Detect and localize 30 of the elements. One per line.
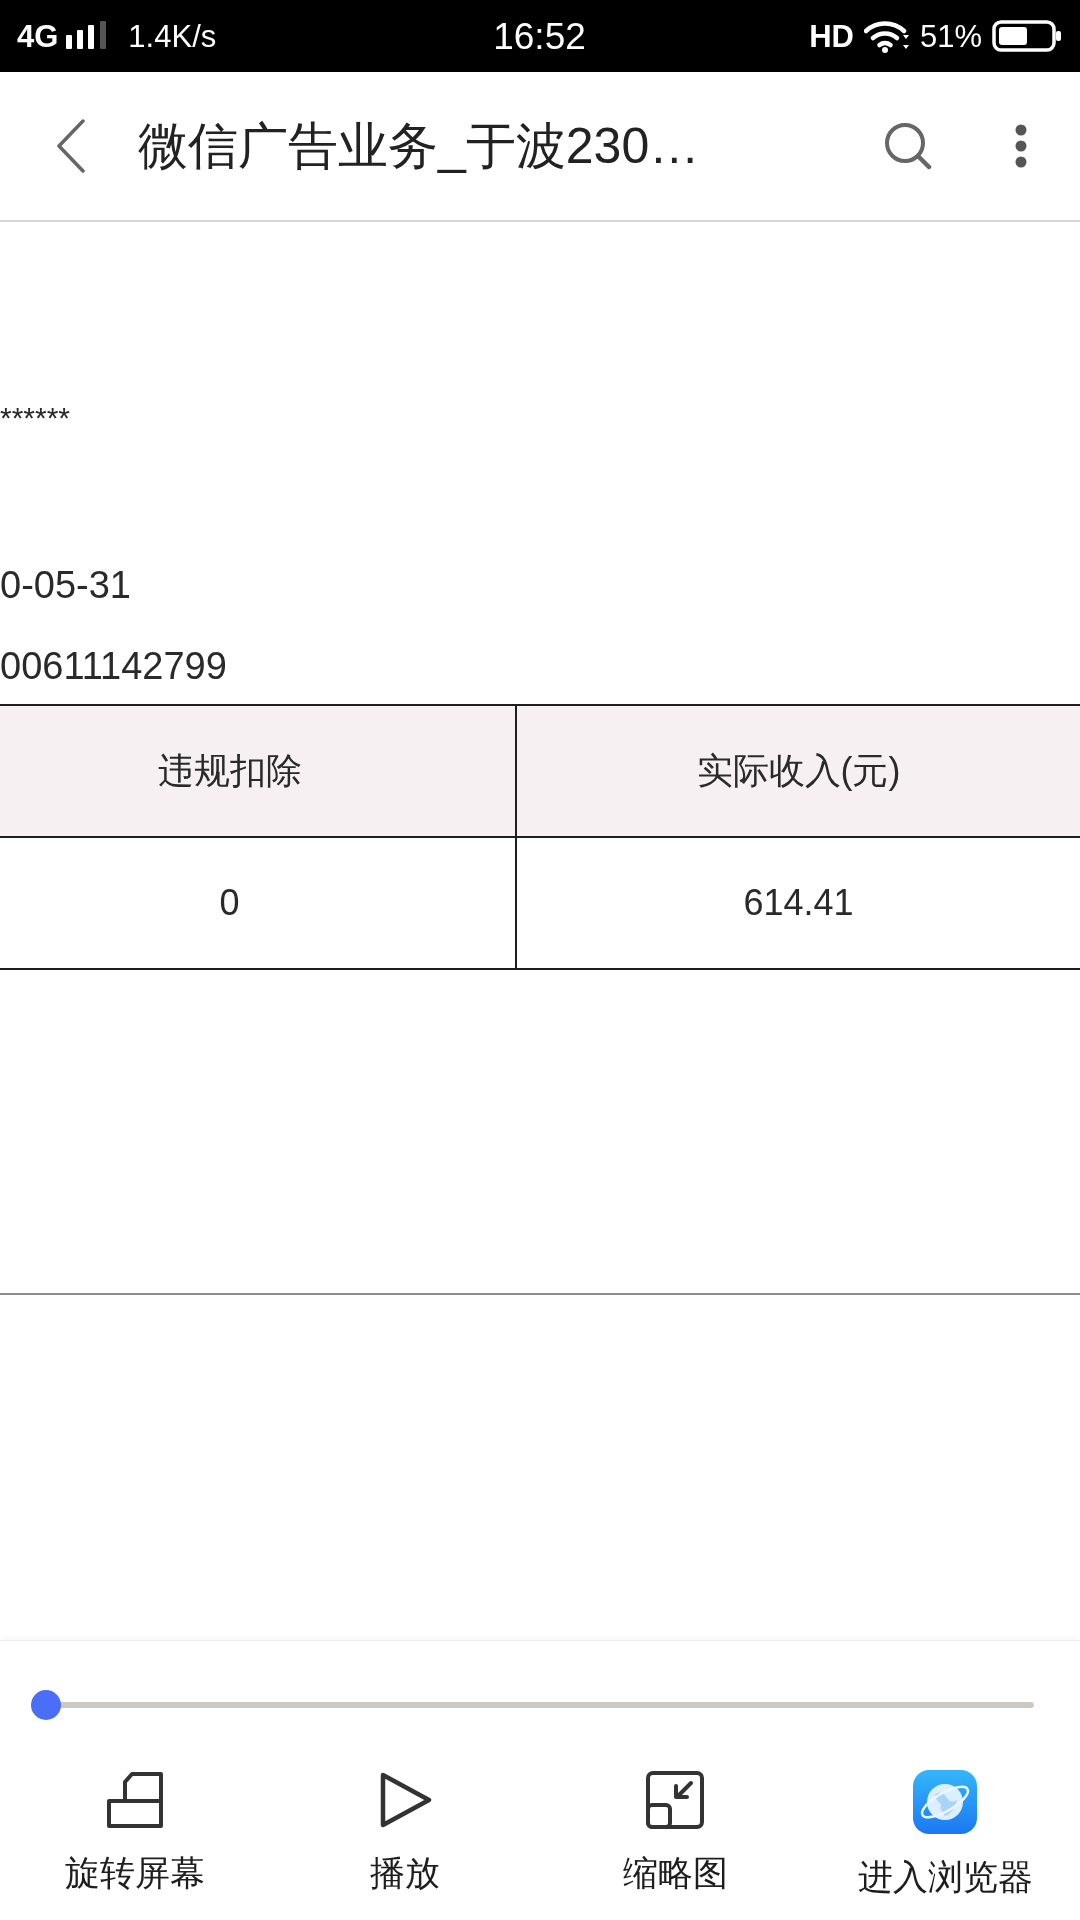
table-header-cell: 违规扣除	[0, 706, 517, 836]
table-cell: 0	[0, 838, 517, 968]
slider-thumb[interactable]	[31, 1690, 61, 1720]
table-cell-text: 614.41	[742, 881, 855, 925]
clock-time: 16:52	[493, 17, 586, 55]
rotate-screen-button[interactable]: 旋转屏幕	[65, 1770, 205, 1898]
number-text: 00611142799	[0, 644, 227, 688]
search-icon	[884, 122, 932, 170]
table-header-cell-text: 实际收入(元)	[695, 748, 902, 793]
more-button[interactable]	[1014, 124, 1028, 168]
hd-indicator: HD	[809, 20, 854, 52]
battery-icon	[992, 20, 1062, 52]
wifi-icon	[863, 19, 910, 53]
signal-bars-icon	[66, 21, 109, 51]
thumbnail-button[interactable]: 缩略图	[622, 1770, 728, 1898]
document-title: 微信广告业务_于波230…	[138, 117, 701, 176]
network-speed: 1.4K/s	[128, 20, 217, 52]
back-button[interactable]	[56, 119, 86, 173]
more-vertical-icon	[1014, 124, 1028, 168]
play-button[interactable]: 播放	[370, 1770, 440, 1898]
date-text: 0-05-31	[0, 563, 131, 607]
stacked-rectangles-icon	[105, 1770, 165, 1830]
globe-app-icon	[913, 1770, 977, 1834]
battery-percent: 51%	[919, 20, 982, 52]
masked-value: ******	[0, 400, 71, 436]
shrink-window-icon	[645, 1770, 705, 1830]
network-type: 4G	[17, 20, 59, 52]
open-browser-button[interactable]: 进入浏览器	[857, 1770, 1033, 1898]
chevron-left-icon	[56, 119, 86, 173]
search-button[interactable]	[884, 122, 932, 170]
